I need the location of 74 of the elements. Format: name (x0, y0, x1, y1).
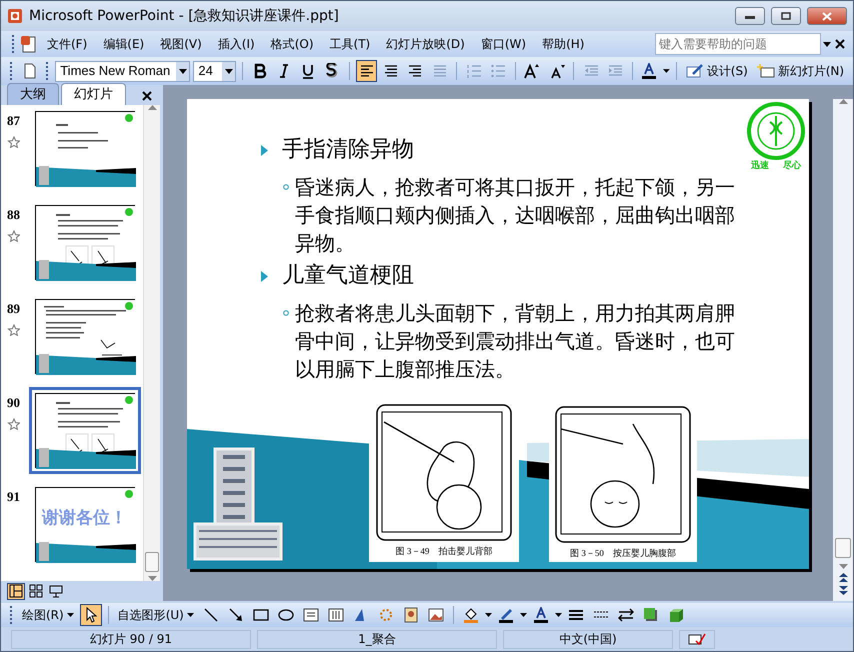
bullet-arrow-icon (261, 270, 268, 282)
pencil-icon (686, 64, 704, 78)
dropdown-arrow-icon (484, 613, 492, 617)
app-icon (7, 8, 23, 24)
previous-slide-icon (838, 573, 848, 582)
logo-text: 迅速 (751, 160, 769, 173)
font-name-field[interactable]: Times New Roman (55, 60, 190, 82)
spelling-check-icon (688, 633, 706, 645)
normal-view-icon[interactable] (7, 582, 25, 600)
menu-item[interactable]: 幻灯片放映(D) (379, 33, 472, 55)
slide-number: 87 (7, 112, 21, 130)
panel-tab[interactable]: 幻灯片 (61, 82, 126, 105)
slide-sorter-icon[interactable] (27, 582, 45, 600)
menu-item[interactable]: 文件(F) (40, 33, 94, 55)
scroll-down-icon (838, 564, 848, 569)
menu-item[interactable]: 编辑(E) (96, 33, 152, 55)
close-button[interactable] (807, 7, 847, 25)
design-button[interactable]: 设计(S) (682, 62, 751, 80)
dropdown-arrow-icon (520, 613, 527, 617)
scroll-up-icon (838, 99, 848, 104)
align-left-icon[interactable] (356, 60, 378, 82)
new-slide-icon (756, 64, 775, 78)
next-slide-icon (838, 586, 848, 595)
figure-caption: 图 3－49 拍击婴儿背部 (396, 545, 492, 558)
bullet-circle-icon (283, 310, 289, 316)
slide-number: 88 (7, 206, 21, 224)
bullet-circle-icon (283, 184, 289, 190)
slide-number: 90 (7, 394, 21, 412)
draw-menu-button[interactable]: 绘图(R) (19, 606, 77, 624)
dropdown-arrow-icon (554, 613, 562, 617)
close-icon (835, 39, 845, 49)
slide-heading: 手指清除异物 (282, 136, 414, 164)
dropdown-arrow-icon (663, 69, 670, 73)
status-text: 幻灯片 90 / 91 (11, 630, 251, 648)
font-size-field[interactable]: 24 (193, 60, 236, 82)
menu-item[interactable]: 格式(O) (264, 33, 321, 55)
slide-show-icon[interactable] (47, 582, 65, 600)
help-search-field[interactable]: 键入需要帮助的问题 (655, 33, 821, 55)
menu-item[interactable]: 工具(T) (322, 33, 378, 55)
close-icon (822, 12, 832, 20)
scroll-thumb[interactable] (835, 538, 851, 558)
bullet-arrow-icon (261, 144, 268, 156)
slide-number: 89 (7, 300, 21, 318)
window-title: Microsoft PowerPoint - [急救知识讲座课件.ppt] (29, 6, 340, 26)
status-text: 1_聚合 (257, 630, 497, 648)
new-slide-button[interactable]: 新幻灯片(N) (754, 62, 848, 80)
pointer-icon[interactable] (80, 604, 102, 626)
autoshapes-menu-button[interactable]: 自选图形(U) (114, 606, 197, 624)
thumbnail-title: 谢谢各位！ (42, 507, 127, 530)
logo-text: 尽心 (783, 160, 801, 173)
slide-heading: 儿童气道梗阻 (282, 262, 414, 290)
bullet-text: 抢救者将患儿头面朝下，背朝上，用力拍其两肩胛骨中间，让异物受到震动排出气道。昏迷时，也可以用膈下上腹部推压法。 (295, 300, 736, 383)
blank-page-icon (22, 63, 38, 79)
menu-item[interactable]: 插入(I) (210, 33, 262, 55)
restore-button[interactable] (771, 7, 801, 25)
restore-icon (781, 12, 791, 20)
close-icon (142, 91, 152, 101)
medical-emblem-icon (747, 102, 805, 160)
slide-number: 91 (7, 488, 21, 506)
status-text: 中文(中国) (503, 630, 673, 648)
menu-item[interactable]: 视图(V) (153, 33, 209, 55)
menu-item[interactable]: 帮助(H) (535, 33, 592, 55)
minimize-icon (745, 13, 755, 19)
scroll-thumb[interactable] (145, 552, 159, 572)
bullet-text: 昏迷病人，抢救者可将其口扳开，托起下颌，另一手食指顺口颊内侧插入，达咽喉部，屈曲钩出咽部异物。 (295, 174, 736, 257)
dropdown-arrow-icon (178, 68, 187, 74)
dropdown-arrow-icon (186, 613, 194, 617)
dropdown-arrow-icon (224, 68, 233, 74)
dropdown-arrow-icon (66, 613, 74, 617)
menu-item[interactable]: 窗口(W) (474, 33, 534, 55)
minimize-button[interactable] (735, 7, 765, 25)
document-icon (20, 35, 38, 53)
figure-caption: 图 3－50 按压婴儿胸腹部 (570, 547, 676, 560)
panel-tab[interactable]: 大纲 (7, 82, 59, 105)
